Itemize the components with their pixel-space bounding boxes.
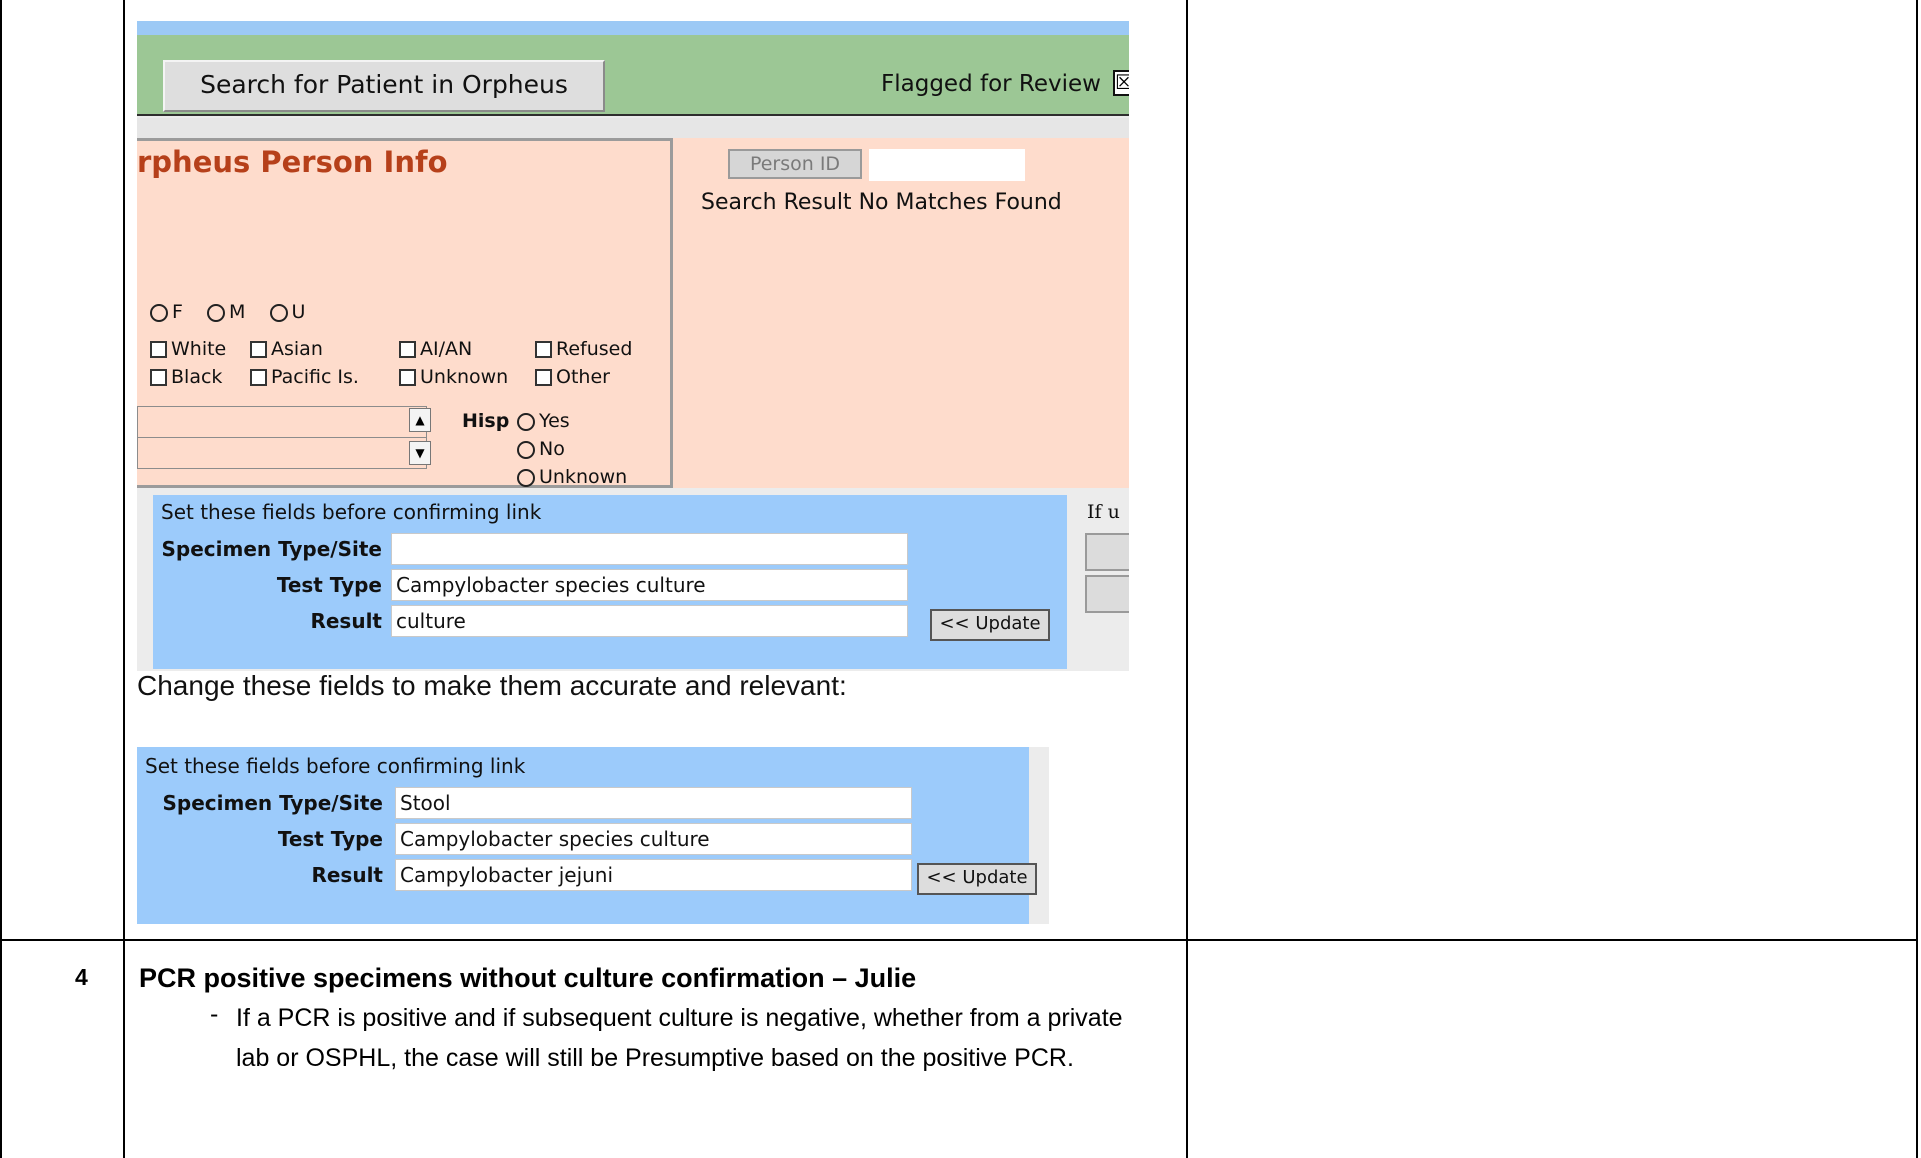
result-input[interactable]: Campylobacter jejuni [395,859,912,891]
sex-option-u[interactable]: U [269,301,305,323]
result-label: Result [310,609,382,633]
bullet-text: If a PCR is positive and if subsequent c… [236,1004,1123,1072]
result-input[interactable]: culture [391,605,908,637]
table-left-border [0,0,2,1158]
hisp-label: Hisp [462,410,510,432]
side-button-1[interactable] [1085,533,1129,571]
hisp-option-no[interactable]: No [517,438,565,460]
search-result-value: No Matches Found [858,190,1062,215]
section-heading: PCR positive specimens without culture c… [139,963,917,993]
checkbox-icon[interactable] [535,369,552,386]
person-id-input[interactable] [869,149,1025,181]
radio-icon[interactable] [207,303,226,322]
table-column-divider-2 [1186,0,1188,1158]
search-patient-button[interactable]: Search for Patient in Orpheus [163,60,605,112]
race-option-asian[interactable]: Asian [250,338,323,360]
specimen-type-label: Specimen Type/Site [161,537,382,561]
side-button-2[interactable] [1085,575,1129,613]
radio-icon[interactable] [269,303,288,322]
checkbox-icon[interactable] [399,369,416,386]
hisp-option-yes[interactable]: Yes [517,410,570,432]
update-button[interactable]: << Update [917,863,1037,895]
instruction-caption: Change these fields to make them accurat… [137,670,847,701]
specimen-type-input[interactable]: Stool [395,787,912,819]
sex-option-f[interactable]: F [150,301,183,323]
specimen-type-input[interactable] [391,533,908,565]
scroll-up-icon[interactable]: ▲ [409,408,431,432]
ethnicity-select-2[interactable] [137,437,427,469]
orpheus-screenshot-1: Search for Patient in Orpheus Flagged fo… [137,21,1129,671]
flagged-for-review-label: Flagged for Review [881,71,1101,97]
radio-icon[interactable] [150,303,168,322]
table-right-border [1916,0,1918,1158]
set-fields-title: Set these fields before confirming link [145,754,526,778]
set-fields-title: Set these fields before confirming link [161,500,542,524]
update-button[interactable]: << Update [930,609,1050,641]
hisp-option-unknown[interactable]: Unknown [517,466,627,488]
person-info-panel: rpheus Person Info F M U White Asian AI/… [137,138,673,488]
set-fields-panel-2: Set these fields before confirming link … [137,747,1049,924]
test-type-label: Test Type [276,573,382,597]
sex-radio-group: F M U [150,301,305,323]
scroll-down-icon[interactable]: ▼ [409,441,431,465]
person-info-title: rpheus Person Info [137,145,448,179]
table-row-divider [0,939,1918,941]
person-id-button[interactable]: Person ID [728,149,862,179]
checkbox-icon[interactable] [150,369,167,386]
row-number: 4 [75,964,88,990]
set-fields-panel-1: Set these fields before confirming link … [153,495,1067,669]
checkbox-icon[interactable] [250,341,267,358]
race-option-aian[interactable]: AI/AN [399,338,472,360]
table-column-divider-1 [123,0,125,1158]
divider-bar [137,118,1129,138]
race-option-white[interactable]: White [150,338,226,360]
race-option-unknown[interactable]: Unknown [399,366,508,388]
checkbox-icon[interactable] [399,341,416,358]
person-search-panel: Person ID Search Result No Matches Found [673,138,1129,488]
radio-icon[interactable] [517,440,535,459]
race-option-other[interactable]: Other [535,366,610,388]
race-option-pacific[interactable]: Pacific Is. [250,366,359,388]
test-type-input[interactable]: Campylobacter species culture [395,823,912,855]
bullet-marker: - [210,1000,219,1028]
radio-icon[interactable] [517,412,535,431]
race-option-refused[interactable]: Refused [535,338,632,360]
checkbox-icon[interactable] [250,369,267,386]
checkbox-icon[interactable] [150,341,167,358]
test-type-input[interactable]: Campylobacter species culture [391,569,908,601]
search-result-label: Search Result [701,190,852,215]
test-type-label: Test Type [277,827,383,851]
flagged-for-review-checkbox[interactable]: ☒ [1113,70,1129,96]
search-result: Search Result No Matches Found [701,190,1062,215]
radio-icon[interactable] [517,468,535,487]
top-strip [137,21,1129,35]
search-bar: Search for Patient in Orpheus Flagged fo… [137,35,1129,116]
specimen-type-label: Specimen Type/Site [162,791,383,815]
race-option-black[interactable]: Black [150,366,222,388]
ethnicity-select-1[interactable] [137,406,427,438]
result-label: Result [311,863,383,887]
sex-option-m[interactable]: M [207,301,245,323]
checkbox-icon[interactable] [535,341,552,358]
side-text: If u [1087,501,1120,523]
